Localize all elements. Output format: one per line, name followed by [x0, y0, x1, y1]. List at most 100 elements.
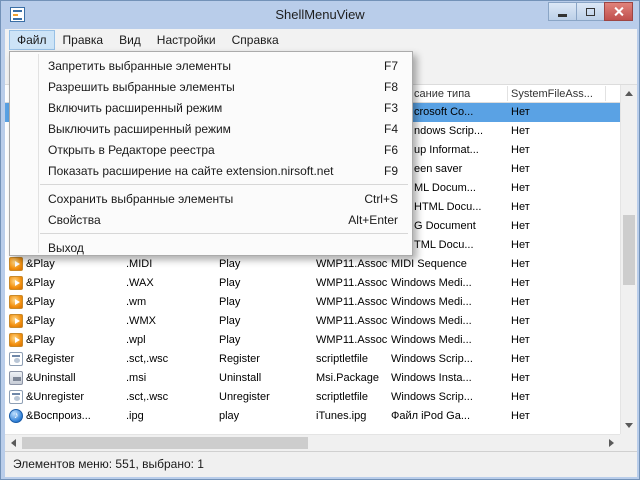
table-row[interactable]: &Воспроиз... .ipg play iTunes.ipg Файл i… — [5, 407, 620, 426]
column-divider[interactable] — [605, 86, 606, 101]
menu-item-disable-extended-mode[interactable]: Выключить расширенный режим F4 — [10, 118, 412, 139]
table-row[interactable]: &Play .wpl Play WMP11.Assoc... Windows M… — [5, 331, 620, 350]
cell-file-class: iTunes.ipg — [316, 410, 367, 422]
cell-system-file: Нет — [511, 315, 530, 327]
minimize-button[interactable] — [548, 2, 577, 21]
cell-extension: .wm — [126, 296, 147, 308]
cell-extension: .ipg — [126, 410, 144, 422]
cell-menu-name: &Воспроиз... — [26, 410, 91, 422]
menu-item-label: Разрешить выбранные элементы — [48, 79, 235, 94]
menubar-item-file[interactable]: Файл — [9, 30, 55, 50]
cell-system-file: Нет — [511, 106, 530, 118]
cell-system-file: Нет — [511, 334, 530, 346]
scroll-up-button[interactable] — [621, 85, 637, 102]
itunes-icon — [9, 409, 23, 423]
cell-menu-name: &Play — [26, 296, 55, 308]
menubar-item-edit[interactable]: Правка — [55, 30, 112, 50]
cell-system-file: Нет — [511, 144, 530, 156]
cell-title: Play — [219, 315, 241, 327]
msi-package-icon — [9, 371, 23, 385]
menu-item-open-in-regedit[interactable]: Открыть в Редакторе реестра F6 — [10, 139, 412, 160]
table-row[interactable]: &Uninstall .msi Uninstall Msi.Package Wi… — [5, 369, 620, 388]
cell-system-file: Нет — [511, 163, 530, 175]
menu-item-shortcut: F8 — [383, 79, 398, 94]
menu-item-disable-selected[interactable]: Запретить выбранные элементы F7 — [10, 55, 412, 76]
cell-extension: .msi — [126, 372, 147, 384]
cell-file-class: WMP11.Assoc... — [316, 296, 388, 308]
cell-type-description: Windows Insta... — [391, 372, 472, 384]
cell-menu-name: &Play — [26, 334, 55, 346]
menu-item-shortcut: F9 — [383, 163, 398, 178]
cell-type-description: Windows Scrip... — [391, 391, 473, 403]
menu-item-label: Запретить выбранные элементы — [48, 58, 231, 73]
cell-type-description: HTML Docu... — [414, 201, 482, 213]
cell-extension: .wpl — [126, 334, 146, 346]
scriptlet-icon — [9, 352, 23, 366]
cell-type-description: TML Docu... — [414, 239, 474, 251]
cell-file-class: scriptletfile — [316, 391, 368, 403]
close-button[interactable] — [604, 2, 633, 21]
scroll-down-button[interactable] — [621, 417, 637, 434]
wmp-play-icon — [9, 314, 23, 328]
cell-title: Unregister — [219, 391, 270, 403]
menu-item-properties[interactable]: Свойства Alt+Enter — [10, 209, 412, 230]
cell-type-description: een saver — [414, 163, 463, 175]
menu-item-shortcut: F4 — [383, 121, 398, 136]
menu-item-enable-extended-mode[interactable]: Включить расширенный режим F3 — [10, 97, 412, 118]
menu-item-save-selected[interactable]: Сохранить выбранные элементы Ctrl+S — [10, 188, 412, 209]
cell-menu-name: &Register — [26, 353, 75, 365]
cell-type-description: up Informat... — [414, 144, 479, 156]
cell-system-file: Нет — [511, 410, 530, 422]
column-divider[interactable] — [507, 86, 508, 101]
table-row[interactable]: &Play .wm Play WMP11.Assoc... Windows Me… — [5, 293, 620, 312]
title-bar[interactable]: ShellMenuView — [1, 1, 639, 28]
menu-item-exit[interactable]: Выход — [10, 237, 412, 258]
vertical-scroll-thumb[interactable] — [623, 215, 635, 285]
menu-item-shortcut: F6 — [383, 142, 398, 157]
cell-type-description: crosoft Co... — [414, 106, 474, 118]
cell-system-file: Нет — [511, 258, 530, 270]
arrow-up-icon — [625, 91, 633, 96]
maximize-button[interactable] — [576, 2, 605, 21]
table-row[interactable]: &Play .WMX Play WMP11.Assoc... Windows M… — [5, 312, 620, 331]
table-row[interactable]: &Register .sct,.wsc Register scriptletfi… — [5, 350, 620, 369]
cell-menu-name: &Uninstall — [26, 372, 76, 384]
status-bar: Элементов меню: 551, выбрано: 1 — [5, 451, 637, 477]
menubar-item-help[interactable]: Справка — [224, 30, 287, 50]
menu-item-show-extension-website[interactable]: Показать расширение на сайте extension.n… — [10, 160, 412, 181]
menu-item-shortcut: Alt+Enter — [348, 212, 398, 227]
cell-file-class: WMP11.Assoc... — [316, 315, 388, 327]
cell-system-file: Нет — [511, 277, 530, 289]
scroll-right-button[interactable] — [603, 435, 620, 451]
menu-item-shortcut: F3 — [383, 100, 398, 115]
cell-file-class: WMP11.Assoc... — [316, 258, 388, 270]
table-row[interactable]: &Unregister .sct,.wsc Unregister scriptl… — [5, 388, 620, 407]
cell-type-description: G Document — [414, 220, 476, 232]
column-header-type-description[interactable]: сание типа — [414, 88, 470, 100]
cell-title: Play — [219, 277, 241, 289]
menubar-item-options[interactable]: Настройки — [149, 30, 224, 50]
cell-file-class: WMP11.Assoc... — [316, 277, 388, 289]
menu-item-label: Выключить расширенный режим — [48, 121, 231, 136]
horizontal-scrollbar[interactable] — [5, 434, 620, 451]
cell-title: Uninstall — [219, 372, 262, 384]
window-title: ShellMenuView — [275, 7, 365, 22]
arrow-down-icon — [625, 423, 633, 428]
cell-file-class: WMP11.Assoc... — [316, 334, 388, 346]
menu-separator — [40, 184, 408, 185]
cell-title: Play — [219, 258, 241, 270]
cell-menu-name: &Play — [26, 315, 55, 327]
wmp-play-icon — [9, 295, 23, 309]
cell-type-description: Windows Medi... — [391, 334, 472, 346]
vertical-scrollbar[interactable] — [620, 85, 637, 434]
column-header-systemfileass[interactable]: SystemFileAss... — [511, 88, 593, 100]
menu-bar: Файл Правка Вид Настройки Справка — [5, 29, 637, 51]
menu-item-enable-selected[interactable]: Разрешить выбранные элементы F8 — [10, 76, 412, 97]
horizontal-scroll-thumb[interactable] — [22, 437, 308, 449]
table-row[interactable]: &Play .WAX Play WMP11.Assoc... Windows M… — [5, 274, 620, 293]
file-menu-dropdown: Запретить выбранные элементы F7 Разрешит… — [9, 51, 413, 256]
scroll-left-button[interactable] — [5, 435, 22, 451]
scrollbar-corner — [620, 434, 637, 451]
cell-type-description: Windows Medi... — [391, 296, 472, 308]
menubar-item-view[interactable]: Вид — [111, 30, 149, 50]
